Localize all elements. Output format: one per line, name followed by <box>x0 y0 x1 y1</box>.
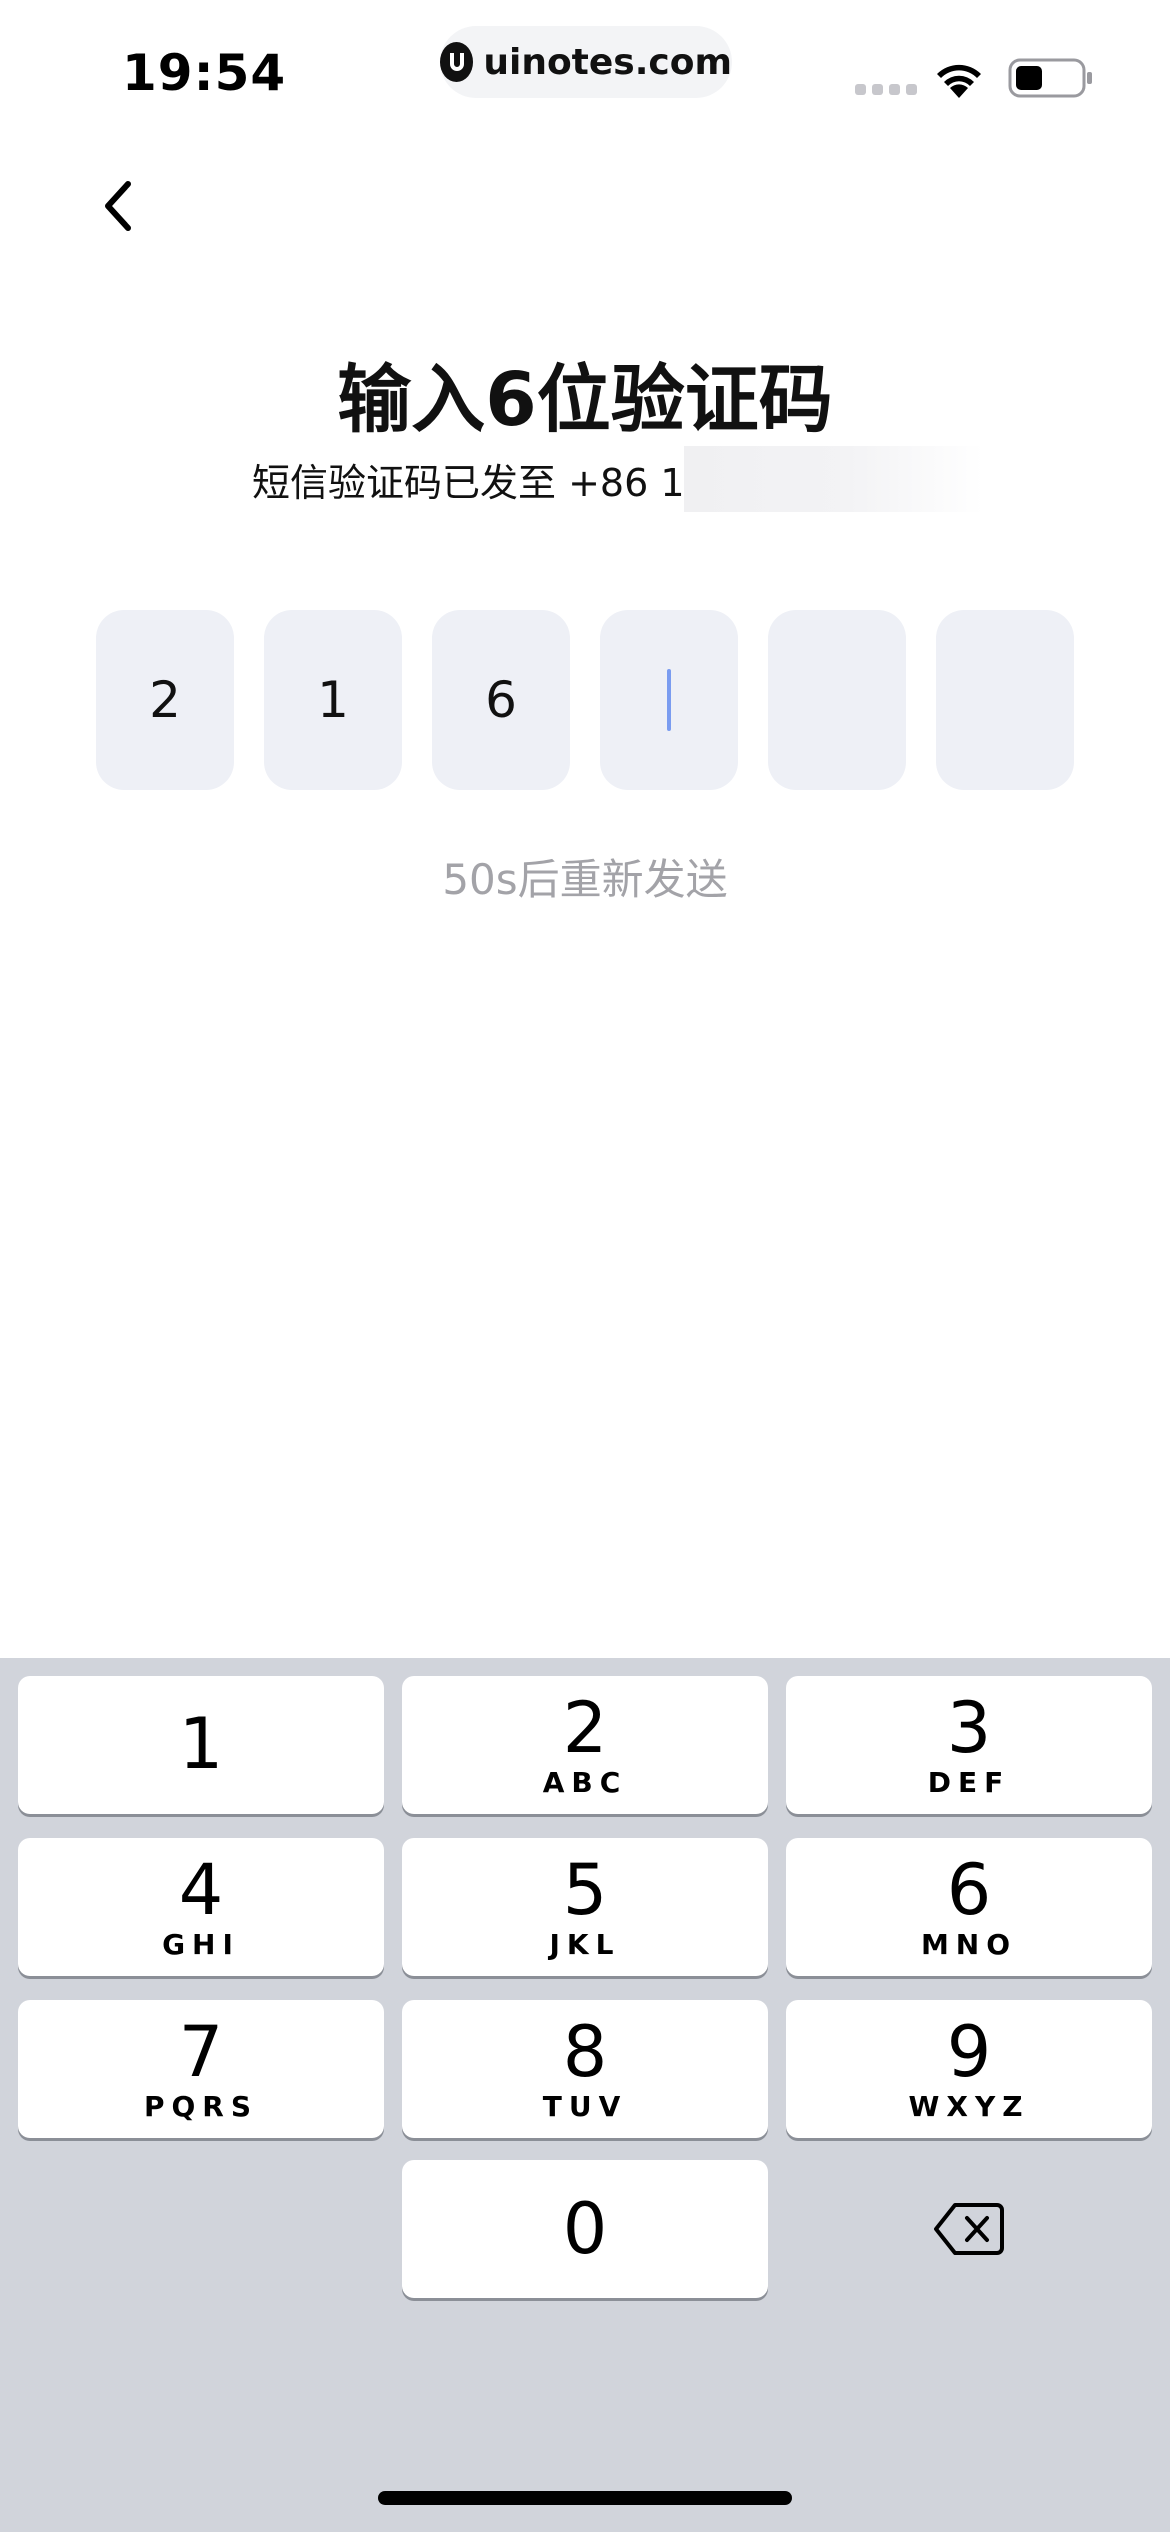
home-indicator[interactable] <box>378 2491 792 2505</box>
key-digit: 0 <box>562 2188 608 2270</box>
key-digit: 9 <box>946 2011 992 2093</box>
code-digit: 6 <box>485 671 517 729</box>
url-pill[interactable]: uinotes.com <box>440 26 732 98</box>
chevron-left-icon <box>105 181 131 231</box>
verification-code-input[interactable]: 2 1 6 <box>96 610 1074 790</box>
key-letters: TUV <box>542 2090 628 2123</box>
key-digit: 5 <box>562 1849 608 1931</box>
key-2[interactable]: 2 ABC <box>402 1676 768 1814</box>
code-digit-box[interactable]: 6 <box>432 610 570 790</box>
key-digit: 2 <box>562 1687 608 1769</box>
key-7[interactable]: 7 PQRS <box>18 2000 384 2138</box>
code-digit: 1 <box>317 671 349 729</box>
key-digit: 7 <box>178 2011 224 2093</box>
key-0[interactable]: 0 <box>402 2160 768 2298</box>
key-9[interactable]: 9 WXYZ <box>786 2000 1152 2138</box>
key-letters: MNO <box>920 1928 1018 1961</box>
page-title: 输入6位验证码 <box>337 357 833 443</box>
key-letters: JKL <box>549 1928 621 1961</box>
text-caret <box>667 669 671 731</box>
code-digit-box[interactable]: 2 <box>96 610 234 790</box>
delete-key[interactable] <box>786 2160 1152 2298</box>
key-5[interactable]: 5 JKL <box>402 1838 768 1976</box>
key-6[interactable]: 6 MNO <box>786 1838 1152 1976</box>
key-digit: 4 <box>178 1849 224 1931</box>
wifi-icon <box>937 64 981 98</box>
key-1[interactable]: 1 <box>18 1676 384 1814</box>
key-digit: 8 <box>562 2011 608 2093</box>
code-digit-box[interactable] <box>768 610 906 790</box>
site-logo-icon <box>440 42 474 82</box>
key-digit: 3 <box>946 1687 992 1769</box>
verification-screen: 19:54 uinotes.com 输入6位验证码 短信验证码已发至 +86 1… <box>0 0 1170 2532</box>
status-time: 19:54 <box>122 44 287 102</box>
key-letters: WXYZ <box>908 2090 1030 2123</box>
key-letters: PQRS <box>143 2090 259 2123</box>
code-digit-box-active[interactable] <box>600 610 738 790</box>
battery-icon <box>1008 58 1092 98</box>
cellular-signal-icon <box>855 84 917 95</box>
key-8[interactable]: 8 TUV <box>402 2000 768 2138</box>
key-4[interactable]: 4 GHI <box>18 1838 384 1976</box>
key-digit: 1 <box>178 1703 224 1785</box>
sms-sent-notice: 短信验证码已发至 +86 1 <box>252 461 685 505</box>
back-button[interactable] <box>86 170 150 242</box>
key-letters: ABC <box>542 1766 628 1799</box>
numeric-keyboard: 1 2 ABC 3 DEF 4 GHI 5 JKL 6 MNO 7 PQRS 8 <box>0 1658 1170 2532</box>
key-digit: 6 <box>946 1849 992 1931</box>
key-3[interactable]: 3 DEF <box>786 1676 1152 1814</box>
key-letters: DEF <box>927 1766 1011 1799</box>
code-digit-box[interactable] <box>936 610 1074 790</box>
backspace-icon <box>934 2203 1004 2255</box>
phone-number-mask <box>684 446 984 512</box>
resend-countdown: 50s后重新发送 <box>442 855 728 904</box>
code-digit: 2 <box>149 671 181 729</box>
key-letters: GHI <box>162 1928 240 1961</box>
code-digit-box[interactable]: 1 <box>264 610 402 790</box>
url-text: uinotes.com <box>483 41 732 83</box>
